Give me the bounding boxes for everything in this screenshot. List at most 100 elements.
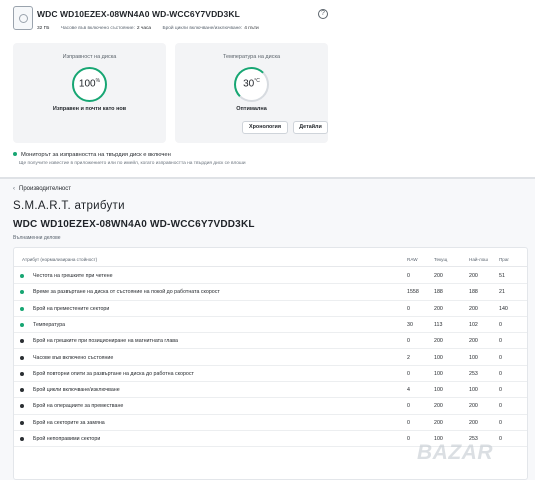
threshold-value: 51 xyxy=(499,273,505,279)
attribute-name: Брой на преместените сектори xyxy=(33,305,110,312)
disk-title: WDC WD10EZEX-08WN4A0 WD-WCC6Y7VDD3KL xyxy=(37,9,240,19)
disk-summary-card: WDC WD10EZEX-08WN4A0 WD-WCC6Y7VDD3KL ? 3… xyxy=(0,0,535,177)
threshold-value: 0 xyxy=(499,321,502,328)
attribute-name: Часове във включено състояние xyxy=(33,354,114,361)
disk-subtitle: Вълнаменни делове xyxy=(13,235,61,241)
status-dot-icon xyxy=(13,152,17,157)
temperature-status: Оптимална xyxy=(236,106,267,112)
current-value: 100 xyxy=(434,354,443,361)
monitor-description: Ще получите известие в приложението или … xyxy=(19,161,246,166)
status-ok-icon xyxy=(20,274,24,278)
status-neutral-icon xyxy=(20,339,24,344)
health-panel-title: Изправност на диска xyxy=(62,54,117,60)
chevron-left-icon: ‹ xyxy=(13,186,15,192)
worst-value: 200 xyxy=(469,403,478,410)
disk-meta: 32 ГБ Часове във включено състояние: 2 ча… xyxy=(37,26,269,31)
header-threshold: Праг xyxy=(499,257,510,262)
attribute-name: Температура xyxy=(33,321,66,328)
raw-value: 4 xyxy=(407,387,410,394)
attribute-name: Брой повторни опити за развъртане на дис… xyxy=(33,370,194,377)
page-title: S.M.A.R.T. атрибути xyxy=(13,200,125,212)
header-current: Текущ xyxy=(434,257,448,262)
status-neutral-icon xyxy=(20,420,24,425)
threshold-value: 0 xyxy=(499,370,502,377)
current-value: 188 xyxy=(434,289,443,296)
worst-value: 100 xyxy=(469,387,478,394)
status-ok-icon xyxy=(20,306,24,311)
worst-value: 200 xyxy=(469,338,478,345)
current-value: 200 xyxy=(434,419,443,426)
raw-value: 0 xyxy=(407,419,410,426)
raw-value: 1558 xyxy=(407,289,419,296)
hard-disk-icon xyxy=(13,6,33,30)
raw-value: 2 xyxy=(407,354,410,361)
current-value: 200 xyxy=(434,338,443,345)
table-row: Брой повторни опити за развъртане на дис… xyxy=(14,366,527,383)
worst-value: 102 xyxy=(469,321,478,328)
raw-value: 0 xyxy=(407,403,410,410)
raw-value: 0 xyxy=(407,436,410,442)
capacity-meta: 32 ГБ xyxy=(37,26,50,31)
history-button[interactable]: Хронология xyxy=(242,121,288,134)
details-button[interactable]: Детайли xyxy=(293,121,328,134)
table-row: Брой на секторите за замяна 0 200 200 0 xyxy=(14,415,527,431)
status-neutral-icon xyxy=(20,371,24,376)
raw-value: 0 xyxy=(407,370,410,377)
raw-value: 0 xyxy=(407,338,410,345)
table-row: Брой на грешките при позициониране на ма… xyxy=(14,333,527,350)
status-neutral-icon xyxy=(20,388,24,393)
table-row: Брой на преместените сектори 0 200 200 140 xyxy=(14,301,527,317)
power-hours-meta: Часове във включено състояние: 2 часа xyxy=(60,26,152,31)
attribute-name: Брой непоправими сектори xyxy=(33,436,101,442)
disk-model-title: WDC WD10EZEX-08WN4A0 WD-WCC6Y7VDD3KL xyxy=(13,219,255,230)
attribute-name: Честота на грешките при четене xyxy=(33,273,113,279)
health-value: 100% xyxy=(78,78,101,90)
threshold-value: 0 xyxy=(499,387,502,394)
header-raw: RAW xyxy=(407,257,418,262)
worst-value: 188 xyxy=(469,289,478,296)
threshold-value: 0 xyxy=(499,436,502,442)
temperature-panel-title: Температура на диска xyxy=(222,54,281,60)
worst-value: 100 xyxy=(469,354,478,361)
status-neutral-icon xyxy=(20,404,24,409)
temperature-value: 30°C xyxy=(243,78,260,90)
power-cycles-meta: Брой цикли включване/изключване: 4 пъти xyxy=(162,26,259,31)
current-value: 100 xyxy=(434,370,443,377)
status-neutral-icon xyxy=(20,437,24,441)
back-to-performance-link[interactable]: ‹ Производителност xyxy=(13,186,71,192)
attribute-name: Брой цикли включване/изключване xyxy=(33,387,120,394)
attribute-name: Брой на грешките при позициониране на ма… xyxy=(33,338,178,345)
attribute-name: Време за развъртане на диска от състояни… xyxy=(33,289,220,296)
threshold-value: 0 xyxy=(499,338,502,345)
table-header: Атрибут (нормализирана стойност) RAW Тек… xyxy=(14,248,527,267)
worst-value: 200 xyxy=(469,419,478,426)
current-value: 200 xyxy=(434,403,443,410)
current-value: 113 xyxy=(434,321,443,328)
worst-value: 200 xyxy=(469,273,478,279)
table-row: Време за развъртане на диска от състояни… xyxy=(14,284,527,301)
help-icon[interactable]: ? xyxy=(318,9,328,19)
header-worst: Най-лош xyxy=(469,257,488,262)
raw-value: 0 xyxy=(407,305,410,312)
smart-attributes-section: ‹ Производителност S.M.A.R.T. атрибути WD… xyxy=(0,179,535,480)
threshold-value: 21 xyxy=(499,289,505,296)
header-attribute: Атрибут (нормализирана стойност) xyxy=(22,257,98,262)
table-row: Температура 30 113 102 0 xyxy=(14,317,527,334)
attribute-name: Брой на секторите за замяна xyxy=(33,419,105,426)
watermark-logo: BAZAR xyxy=(417,441,493,464)
threshold-value: 0 xyxy=(499,403,502,410)
table-row: Часове във включено състояние 2 100 100 0 xyxy=(14,350,527,366)
health-status: Изправен и почти като нов xyxy=(52,106,127,112)
status-ok-icon xyxy=(20,322,24,327)
attribute-name: Брой на операциите за преместване xyxy=(33,403,124,410)
status-ok-icon xyxy=(20,290,24,295)
threshold-value: 0 xyxy=(499,419,502,426)
status-neutral-icon xyxy=(20,355,24,360)
monitor-status: Мониторът за изправността на твърдия дис… xyxy=(13,152,171,158)
worst-value: 200 xyxy=(469,305,478,312)
table-row: Честота на грешките при четене 0 200 200 51 xyxy=(14,268,527,285)
current-value: 200 xyxy=(434,273,443,279)
raw-value: 30 xyxy=(407,321,413,328)
current-value: 200 xyxy=(434,305,443,312)
table-row: Брой цикли включване/изключване 4 100 100 0 xyxy=(14,382,527,399)
